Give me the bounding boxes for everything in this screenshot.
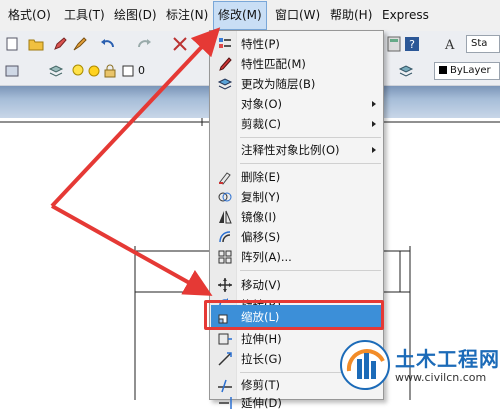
menu-item-properties[interactable]: 特性(P) <box>211 34 382 54</box>
lock-icon[interactable] <box>102 63 118 79</box>
menu-item-mirror[interactable]: 镜像(I) <box>211 207 382 227</box>
lightbulb-icon[interactable] <box>70 63 86 79</box>
site-watermark: 土木工程网 www.civilcn.com <box>337 335 500 395</box>
menu-item-label: 剪裁(C) <box>241 117 282 131</box>
layer-stack-icon[interactable] <box>48 63 64 79</box>
layer-previous-icon[interactable] <box>398 63 414 79</box>
menu-item-label: 镜像(I) <box>241 210 277 224</box>
move-icon <box>218 278 232 292</box>
pencil-icon[interactable] <box>52 36 68 52</box>
mirror-icon <box>219 210 232 224</box>
match-properties-icon <box>219 57 232 71</box>
menu-item-match-properties[interactable]: 特性匹配(M) <box>211 54 382 74</box>
menu-separator <box>240 137 381 138</box>
menu-item-label: 删除(E) <box>241 170 281 184</box>
brush-icon[interactable] <box>72 36 88 52</box>
submenu-arrow-icon <box>372 101 376 107</box>
calculator-icon[interactable] <box>386 36 402 52</box>
new-file-icon[interactable] <box>4 36 20 52</box>
properties-icon <box>219 38 231 48</box>
submenu-arrow-icon <box>372 147 376 153</box>
menu-express[interactable]: Express <box>382 0 429 31</box>
stretch-icon <box>218 333 232 345</box>
menu-item-label: 修剪(T) <box>241 378 280 392</box>
menu-item-set-bylayer[interactable]: 更改为随层(B) <box>211 74 382 94</box>
menu-item-label: 注释性对象比例(O) <box>241 143 340 157</box>
text-style-dropdown[interactable]: Sta <box>466 35 500 53</box>
menu-item-annotative-scale[interactable]: 注释性对象比例(O) <box>211 140 382 160</box>
watermark-title: 土木工程网 <box>395 347 500 371</box>
offset-icon <box>219 231 231 243</box>
menu-separator <box>240 163 381 164</box>
menu-window[interactable]: 窗口(W) <box>275 0 320 31</box>
menu-item-label: 延伸(D) <box>241 396 282 410</box>
pan-icon[interactable] <box>172 36 188 52</box>
menu-item-label: 偏移(S) <box>241 230 281 244</box>
color-control-value: ByLayer <box>450 65 491 76</box>
trim-icon <box>218 379 232 393</box>
menu-item-array[interactable]: 阵列(A)... <box>211 247 382 267</box>
set-bylayer-icon <box>217 78 233 90</box>
lengthen-icon <box>218 352 232 366</box>
menu-item-label: 拉伸(H) <box>241 332 282 346</box>
menu-item-label: 移动(V) <box>241 278 281 292</box>
layer-manager-icon[interactable] <box>4 63 20 79</box>
open-folder-icon[interactable] <box>28 36 44 52</box>
help-icon[interactable]: ? <box>404 36 420 52</box>
menu-item-move[interactable]: 移动(V) <box>211 275 382 295</box>
undo-icon[interactable] <box>100 36 116 52</box>
menu-item-label: 特性匹配(M) <box>241 57 306 71</box>
menu-modify[interactable]: 修改(M) <box>213 1 267 30</box>
layer-name-value: 0 <box>138 64 145 77</box>
menu-dimension[interactable]: 标注(N) <box>166 0 208 31</box>
menu-item-erase[interactable]: 删除(E) <box>211 167 382 187</box>
menu-help[interactable]: 帮助(H) <box>330 0 372 31</box>
svg-text:A: A <box>444 38 455 52</box>
watermark-url: www.civilcn.com <box>395 371 487 384</box>
menu-item-object[interactable]: 对象(O) <box>211 94 382 114</box>
menu-item-label: 更改为随层(B) <box>241 77 316 91</box>
menu-item-label: 复制(Y) <box>241 190 280 204</box>
erase-icon <box>219 172 231 185</box>
menu-item-label: 拉长(G) <box>241 352 282 366</box>
menu-item-extend[interactable]: 延伸(D) <box>211 393 382 413</box>
highlight-annotation-box <box>204 300 384 330</box>
menu-draw[interactable]: 绘图(D) <box>114 0 157 31</box>
color-swatch-icon <box>439 66 447 74</box>
menu-item-offset[interactable]: 偏移(S) <box>211 227 382 247</box>
menu-item-clip[interactable]: 剪裁(C) <box>211 114 382 134</box>
menu-item-label: 对象(O) <box>241 97 283 111</box>
extend-icon <box>219 397 232 409</box>
menu-bar: 格式(O) 工具(T) 绘图(D) 标注(N) 修改(M) 窗口(W) 帮助(H… <box>0 0 500 32</box>
menu-item-label: 特性(P) <box>241 37 280 51</box>
civilcn-logo-icon <box>340 340 390 390</box>
menu-separator <box>240 270 381 271</box>
redo-icon[interactable] <box>136 36 152 52</box>
array-icon <box>218 250 232 264</box>
text-style-icon[interactable]: A <box>442 36 458 52</box>
color-control-dropdown[interactable]: ByLayer <box>434 62 500 80</box>
menu-tools[interactable]: 工具(T) <box>64 0 105 31</box>
submenu-arrow-icon <box>372 121 376 127</box>
menu-item-label: 阵列(A)... <box>241 250 292 264</box>
menu-format[interactable]: 格式(O) <box>8 0 51 31</box>
svg-text:?: ? <box>409 38 415 51</box>
menu-item-copy[interactable]: 复制(Y) <box>211 187 382 207</box>
sun-icon[interactable] <box>86 63 102 79</box>
layer-color-swatch-icon <box>122 65 134 77</box>
copy-icon <box>218 192 232 202</box>
